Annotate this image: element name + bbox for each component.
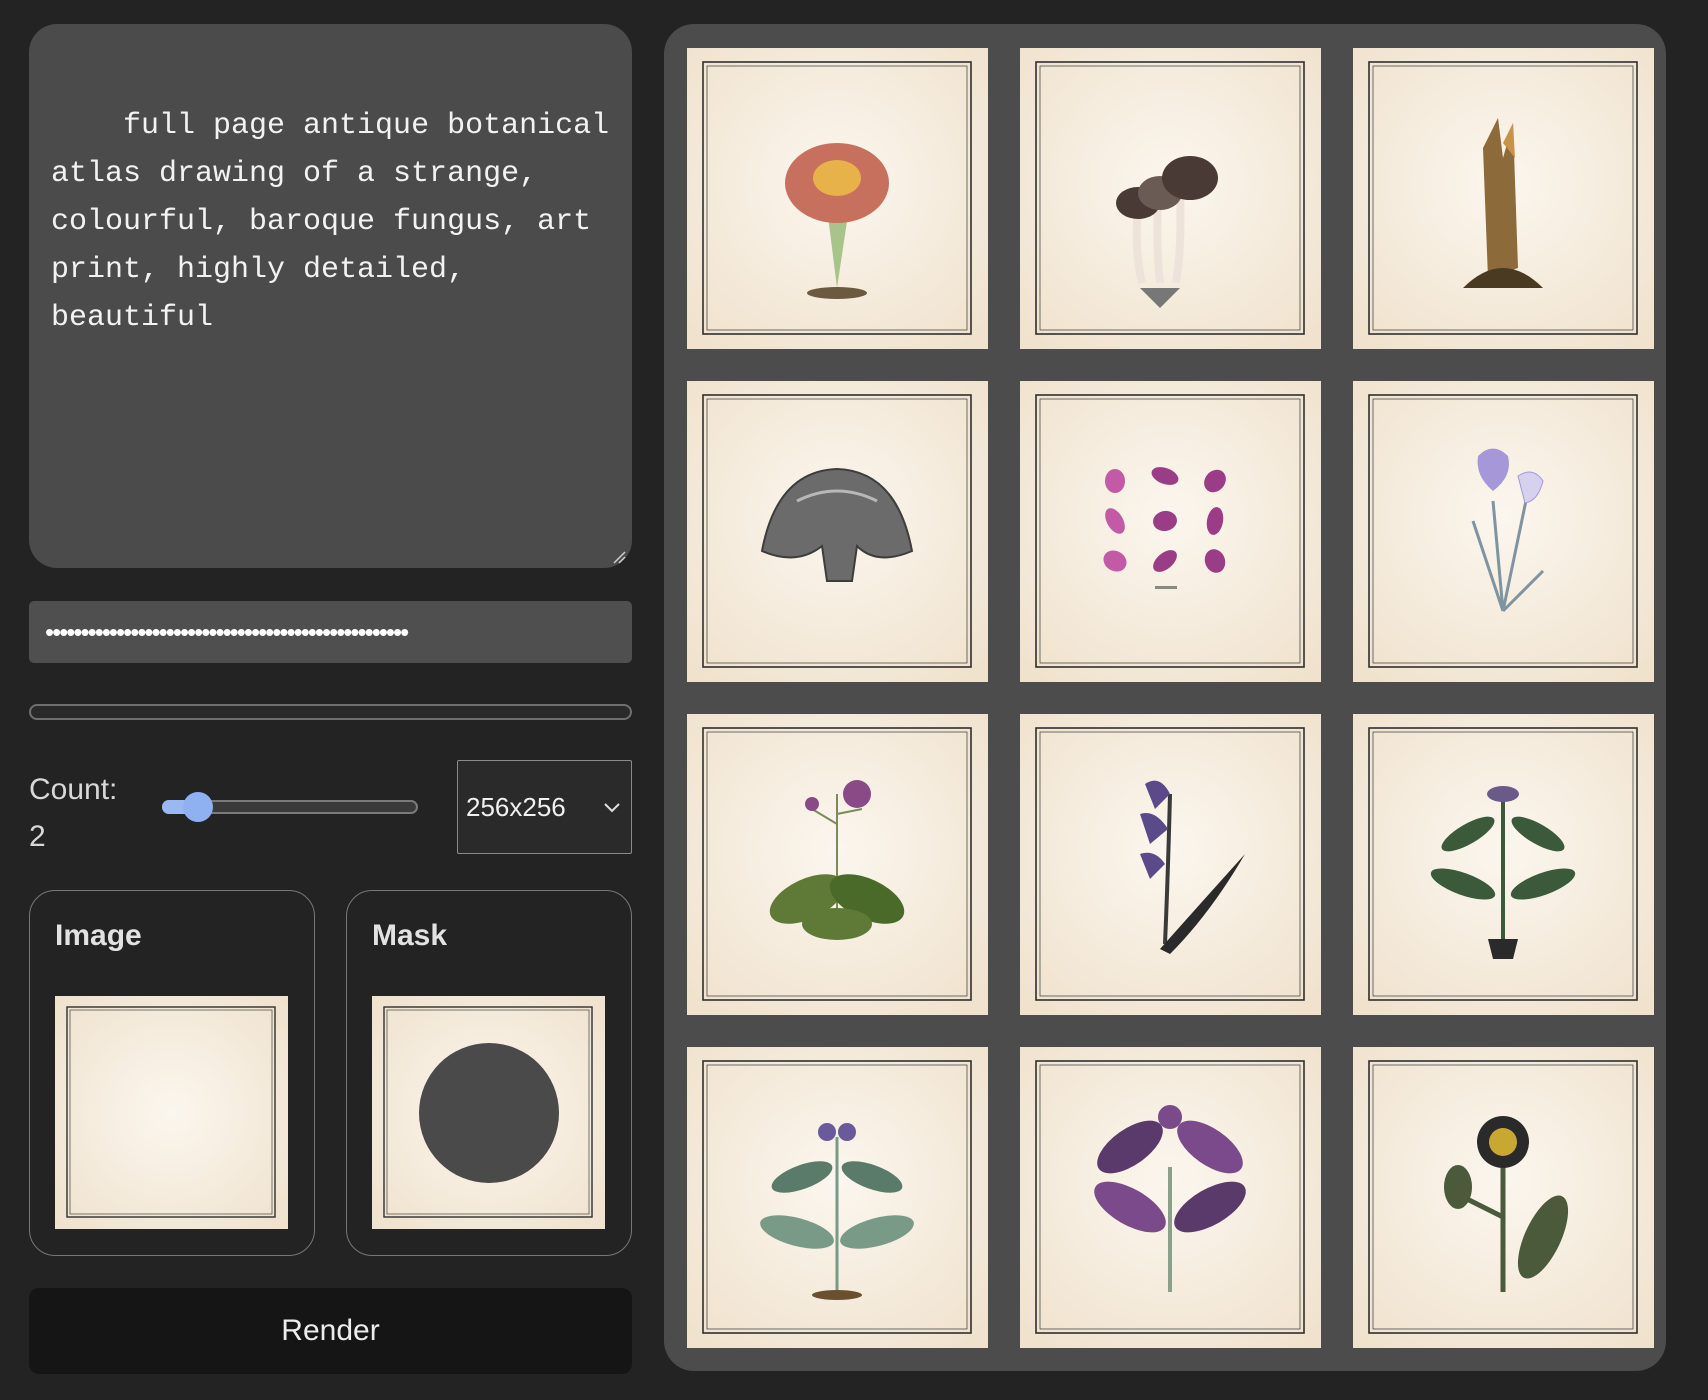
render-options: Count: 2 256x256 [29,760,632,856]
mask-circle [419,1043,559,1183]
count-value: 2 [29,820,46,853]
potted-plant-illustration [1353,714,1654,1015]
mushroom-cluster-illustration [1020,48,1321,349]
control-panel: full page antique botanical atlas drawin… [29,24,632,1374]
chevron-down-icon [604,803,620,813]
api-key-masked-value: ••••••••••••••••••••••••••••••••••••••••… [45,616,409,647]
count-slider-thumb[interactable] [182,792,213,822]
violet-primrose-illustration [687,714,988,1015]
gallery-image[interactable] [687,48,988,349]
bluebell-illustration [1020,714,1321,1015]
results-gallery [664,24,1666,1371]
image-inputs: Image Mask [29,890,632,1256]
iris-flower-illustration [1353,381,1654,682]
gallery-image[interactable] [1020,714,1321,1015]
root-specimen-illustration [1353,48,1654,349]
image-card[interactable]: Image [29,890,315,1256]
count-label-text: Count: [29,773,118,806]
gallery-image[interactable] [1353,714,1654,1015]
gray-mushroom-cap-illustration [687,381,988,682]
coral-fungus-illustration [687,48,988,349]
image-preview[interactable] [55,996,288,1229]
count-slider[interactable] [162,791,418,825]
prompt-text: full page antique botanical atlas drawin… [51,109,628,335]
gallery-image[interactable] [687,381,988,682]
count-label: Count: 2 [29,766,139,860]
resize-grip-icon[interactable] [612,550,626,564]
gallery-image[interactable] [1020,381,1321,682]
gallery-image[interactable] [1353,48,1654,349]
image-card-title: Image [55,919,142,952]
mask-card[interactable]: Mask [346,890,632,1256]
purple-seeds-illustration [1020,381,1321,682]
blue-flower-plant-illustration [687,1047,988,1348]
size-select[interactable]: 256x256 [457,760,632,854]
purple-leaf-plant-illustration [1020,1047,1321,1348]
yellow-thistle-illustration [1353,1047,1654,1348]
gallery-image[interactable] [1020,1047,1321,1348]
gallery-image[interactable] [1353,381,1654,682]
prompt-textarea[interactable]: full page antique botanical atlas drawin… [29,24,632,568]
mask-card-title: Mask [372,919,448,952]
gallery-image[interactable] [687,1047,988,1348]
render-button[interactable]: Render [29,1288,632,1374]
gallery-image[interactable] [1020,48,1321,349]
gallery-image[interactable] [687,714,988,1015]
size-select-value: 256x256 [466,791,566,822]
render-button-label: Render [281,1314,380,1347]
progress-bar [29,704,632,720]
mask-preview[interactable] [372,996,605,1229]
api-key-input[interactable]: ••••••••••••••••••••••••••••••••••••••••… [29,601,632,663]
gallery-image[interactable] [1353,1047,1654,1348]
